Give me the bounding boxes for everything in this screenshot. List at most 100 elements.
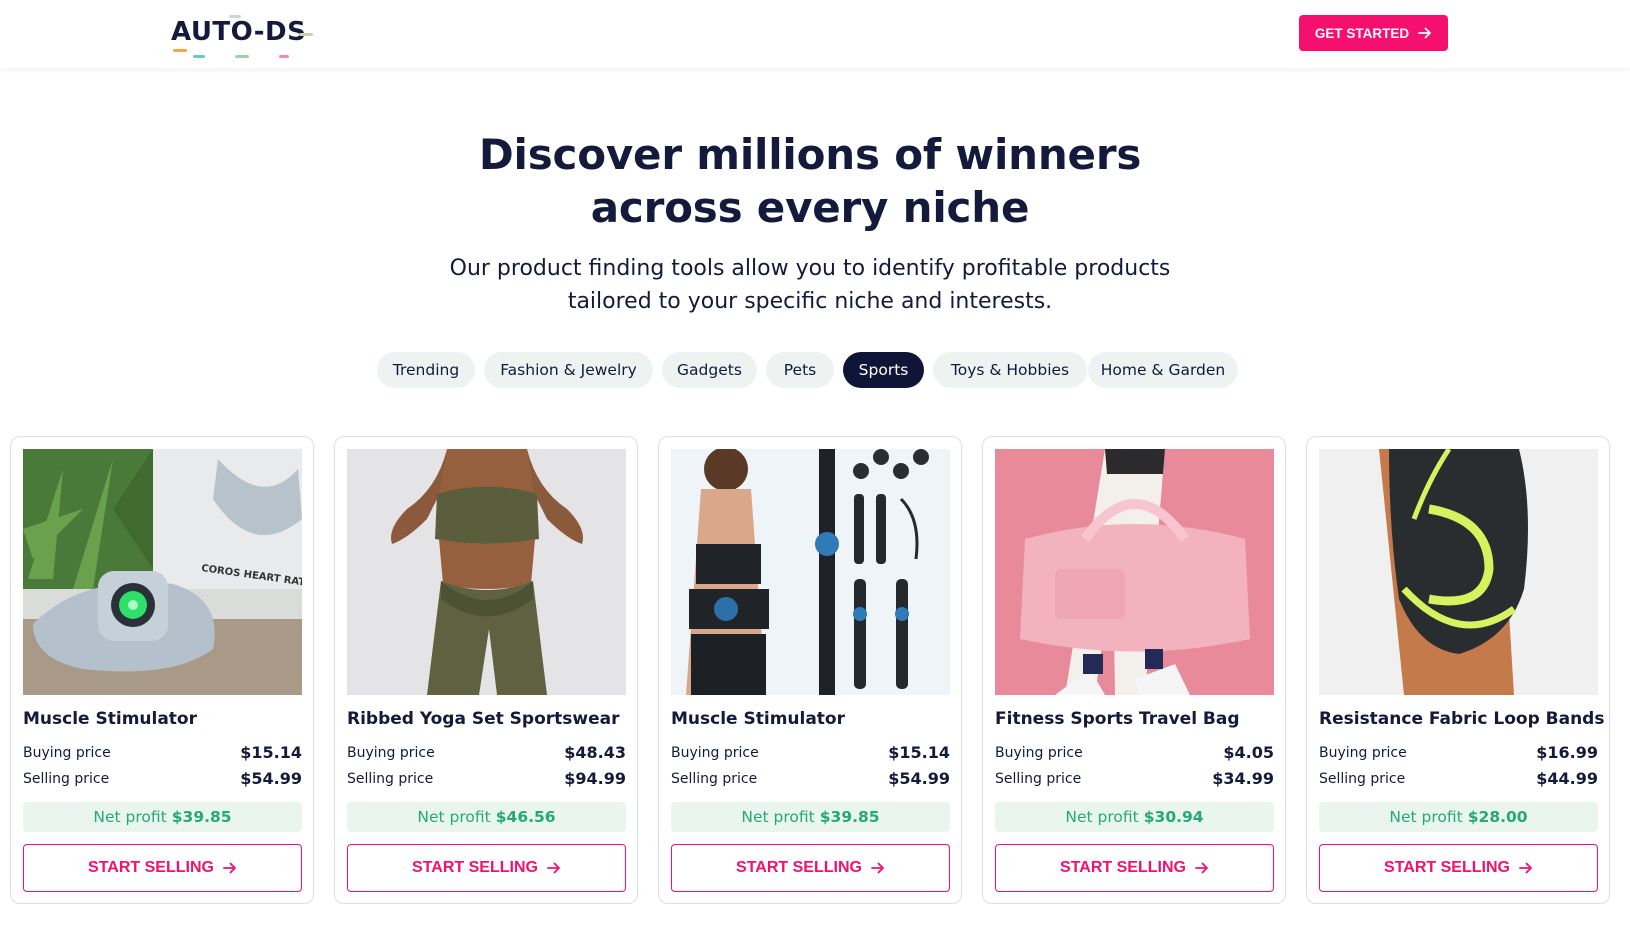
selling-price-row: Selling price $34.99: [995, 769, 1274, 788]
buying-price-value: $15.14: [888, 743, 950, 762]
product-image: [1319, 449, 1598, 695]
product-image: [347, 449, 626, 695]
selling-price-row: Selling price $94.99: [347, 769, 626, 788]
start-selling-button[interactable]: START SELLING: [23, 844, 302, 892]
net-profit-value: $46.56: [495, 808, 556, 826]
net-profit-value: $30.94: [1143, 808, 1204, 826]
buying-price-value: $16.99: [1536, 743, 1598, 762]
product-image: [995, 449, 1274, 695]
product-title: Ribbed Yoga Set Sportswear: [347, 709, 620, 729]
get-started-label: GET STARTED: [1314, 25, 1410, 41]
buying-price-row: Buying price $15.14: [23, 743, 302, 762]
buying-price-label: Buying price: [995, 744, 1083, 761]
autods-logo[interactable]: AUTO-DS: [171, 15, 317, 58]
net-profit-value: $39.85: [171, 808, 232, 826]
product-card: Muscle Stimulator Buying price $15.14 Se…: [658, 436, 962, 904]
selling-price-value: $34.99: [1212, 769, 1274, 788]
logo-accent-bar: [173, 49, 187, 52]
logo-accent-bar: [279, 55, 289, 58]
start-selling-label: START SELLING: [736, 859, 862, 876]
selling-price-label: Selling price: [995, 770, 1082, 787]
start-selling-button[interactable]: START SELLING: [671, 844, 950, 892]
start-selling-button[interactable]: START SELLING: [347, 844, 626, 892]
product-title: Fitness Sports Travel Bag: [995, 709, 1240, 729]
buying-price-value: $48.43: [564, 743, 626, 762]
tab-trending[interactable]: Trending: [377, 352, 475, 388]
net-profit-value: $28.00: [1467, 808, 1528, 826]
product-image: [671, 449, 950, 695]
selling-price-label: Selling price: [347, 770, 434, 787]
tab-toys-hobbies[interactable]: Toys & Hobbies: [933, 352, 1087, 388]
hero-title-line-1: Discover millions of winners: [478, 130, 1142, 179]
selling-price-value: $44.99: [1536, 769, 1598, 788]
net-profit-badge: Net profit $39.85: [23, 802, 302, 832]
hero-subtitle-line-2: tailored to your specific niche and inte…: [567, 289, 1053, 314]
arrow-right-icon: [1418, 27, 1432, 39]
selling-price-label: Selling price: [1319, 770, 1406, 787]
buying-price-row: Buying price $15.14: [671, 743, 950, 762]
hero-title: Discover millions of winners across ever…: [0, 128, 1620, 234]
tab-home-garden[interactable]: Home & Garden: [1088, 352, 1238, 388]
selling-price-label: Selling price: [671, 770, 758, 787]
buying-price-label: Buying price: [23, 744, 111, 761]
selling-price-row: Selling price $54.99: [671, 769, 950, 788]
net-profit-badge: Net profit $30.94: [995, 802, 1274, 832]
buying-price-label: Buying price: [1319, 744, 1407, 761]
product-card: Resistance Fabric Loop Bands Buying pric…: [1306, 436, 1610, 904]
net-profit-badge: Net profit $39.85: [671, 802, 950, 832]
logo-accent-bar: [193, 55, 205, 58]
tab-fashion-jewelry[interactable]: Fashion & Jewelry: [484, 352, 653, 388]
logo-accent-bar: [299, 33, 313, 36]
arrow-right-icon: [1195, 862, 1208, 874]
buying-price-label: Buying price: [671, 744, 759, 761]
niche-tabs: Trending Fashion & Jewelry Gadgets Pets …: [0, 352, 1630, 388]
site-header: AUTO-DS GET STARTED: [0, 0, 1630, 68]
product-card: COROS HEART RATE MONIT Muscle Stimulator…: [10, 436, 314, 904]
logo-accent-bar: [235, 55, 249, 58]
net-profit-value: $39.85: [819, 808, 880, 826]
net-profit-label: Net profit: [1389, 808, 1463, 826]
buying-price-row: Buying price $4.05: [995, 743, 1274, 762]
product-title: Resistance Fabric Loop Bands: [1319, 709, 1605, 729]
product-card: Fitness Sports Travel Bag Buying price $…: [982, 436, 1286, 904]
start-selling-label: START SELLING: [88, 859, 214, 876]
hero-title-line-2: across every niche: [590, 183, 1030, 232]
logo-text: AUTO-DS: [171, 17, 307, 47]
start-selling-label: START SELLING: [1060, 859, 1186, 876]
selling-price-value: $54.99: [240, 769, 302, 788]
arrow-right-icon: [1519, 862, 1532, 874]
selling-price-label: Selling price: [23, 770, 110, 787]
tab-pets[interactable]: Pets: [766, 352, 834, 388]
logo-accent-bar: [229, 15, 241, 18]
product-card: Ribbed Yoga Set Sportswear Buying price …: [334, 436, 638, 904]
tab-sports[interactable]: Sports: [843, 352, 924, 388]
buying-price-value: $4.05: [1223, 743, 1274, 762]
buying-price-row: Buying price $16.99: [1319, 743, 1598, 762]
arrow-right-icon: [871, 862, 884, 874]
start-selling-button[interactable]: START SELLING: [995, 844, 1274, 892]
buying-price-label: Buying price: [347, 744, 435, 761]
selling-price-row: Selling price $44.99: [1319, 769, 1598, 788]
net-profit-badge: Net profit $46.56: [347, 802, 626, 832]
product-image: COROS HEART RATE MONIT: [23, 449, 302, 695]
arrow-right-icon: [223, 862, 236, 874]
tab-gadgets[interactable]: Gadgets: [662, 352, 757, 388]
start-selling-button[interactable]: START SELLING: [1319, 844, 1598, 892]
start-selling-label: START SELLING: [1384, 859, 1510, 876]
hero-subtitle: Our product finding tools allow you to i…: [0, 252, 1620, 318]
net-profit-label: Net profit: [1065, 808, 1139, 826]
start-selling-label: START SELLING: [412, 859, 538, 876]
selling-price-value: $94.99: [564, 769, 626, 788]
net-profit-badge: Net profit $28.00: [1319, 802, 1598, 832]
selling-price-row: Selling price $54.99: [23, 769, 302, 788]
net-profit-label: Net profit: [93, 808, 167, 826]
product-title: Muscle Stimulator: [23, 709, 197, 729]
product-title: Muscle Stimulator: [671, 709, 845, 729]
net-profit-label: Net profit: [741, 808, 815, 826]
net-profit-label: Net profit: [417, 808, 491, 826]
hero-subtitle-line-1: Our product finding tools allow you to i…: [449, 256, 1171, 281]
selling-price-value: $54.99: [888, 769, 950, 788]
buying-price-value: $15.14: [240, 743, 302, 762]
buying-price-row: Buying price $48.43: [347, 743, 626, 762]
get-started-button[interactable]: GET STARTED: [1299, 15, 1448, 51]
